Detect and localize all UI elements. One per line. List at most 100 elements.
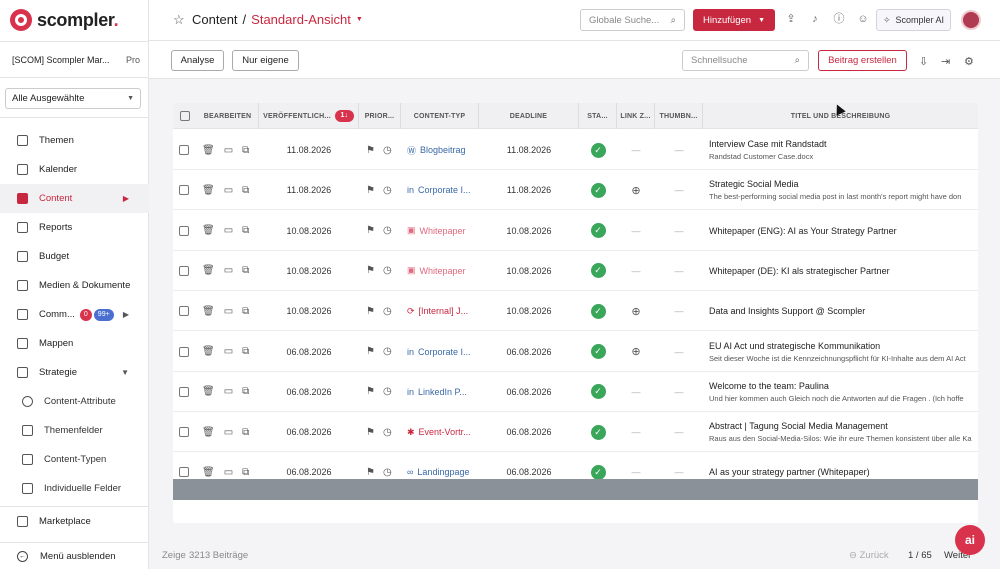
bookmark-icon[interactable]: ⚑ xyxy=(366,185,375,196)
row-checkbox[interactable] xyxy=(179,225,189,236)
table-row[interactable]: 🗑 ▭ ⧉ 11.08.2026 ⚑ ◷ in Corporate I... 11.08.202… xyxy=(173,170,978,211)
clock-icon[interactable]: ◷ xyxy=(383,346,392,357)
horizontal-scrollbar[interactable] xyxy=(173,479,978,500)
clock-icon[interactable]: ◷ xyxy=(383,306,392,317)
row-checkbox[interactable] xyxy=(179,467,189,478)
duplicate-icon[interactable]: ⧉ xyxy=(242,427,249,438)
caret-down-icon[interactable]: ▼ xyxy=(356,16,363,23)
sidebar-item-comments[interactable]: Comm... 0 99+ ▶ xyxy=(0,300,149,329)
sidebar-item-reports[interactable]: Reports xyxy=(0,213,149,242)
title-cell[interactable]: Whitepaper (DE): KI als strategischer Pa… xyxy=(709,251,978,291)
clock-icon[interactable]: ◷ xyxy=(383,467,392,478)
status-cell[interactable]: ✓ xyxy=(579,291,617,331)
sidebar-subitem-individuelle-felder[interactable]: Individuelle Felder xyxy=(0,474,149,503)
table-row[interactable]: 🗑 ▭ ⧉ 06.08.2026 ⚑ ◷ ✱ Event-Vortr... 06.08.2026… xyxy=(173,412,978,453)
bookmark-icon[interactable]: ⚑ xyxy=(366,386,375,397)
info-icon[interactable]: ⓘ xyxy=(833,13,845,25)
open-panel-icon[interactable]: ▭ xyxy=(224,145,233,156)
trash-icon[interactable]: 🗑 xyxy=(202,185,215,196)
global-search-input[interactable]: Globale Suche... ⌕ xyxy=(580,9,685,31)
status-cell[interactable]: ✓ xyxy=(579,412,617,452)
duplicate-icon[interactable]: ⧉ xyxy=(242,306,249,317)
table-row[interactable]: 🗑 ▭ ⧉ 10.08.2026 ⚑ ◷ ⟳ [Internal] J... 10.08.202… xyxy=(173,291,978,332)
content-type-tag[interactable]: in Corporate I... xyxy=(407,332,477,372)
col-link[interactable]: LINK Z... xyxy=(617,103,655,129)
open-panel-icon[interactable]: ▭ xyxy=(224,467,233,478)
sidebar-item-mappen[interactable]: Mappen xyxy=(0,329,149,358)
col-edit[interactable]: BEARBEITEN xyxy=(197,103,259,129)
link-cell[interactable]: ⊕ xyxy=(617,291,655,331)
clock-icon[interactable]: ◷ xyxy=(383,265,392,276)
breadcrumb-root[interactable]: Content xyxy=(192,12,238,27)
col-priority[interactable]: PRIOR... xyxy=(359,103,401,129)
col-published[interactable]: VERÖFFENTLICH... 1↓ xyxy=(259,103,359,129)
sidebar-item-budget[interactable]: Budget xyxy=(0,242,149,271)
trash-icon[interactable]: 🗑 xyxy=(202,306,215,317)
open-panel-icon[interactable]: ▭ xyxy=(224,265,233,276)
hide-menu-button[interactable]: ← Menü ausblenden xyxy=(0,542,149,569)
support-icon[interactable]: ☺ xyxy=(857,13,869,25)
open-panel-icon[interactable]: ▭ xyxy=(224,346,233,357)
sidebar-item-content[interactable]: Content ▶ xyxy=(0,184,149,213)
duplicate-icon[interactable]: ⧉ xyxy=(242,225,249,236)
table-row[interactable]: 🗑 ▭ ⧉ 10.08.2026 ⚑ ◷ ▣ Whitepaper 10.08.2026 ✓ — — W… xyxy=(173,210,978,251)
duplicate-icon[interactable]: ⧉ xyxy=(242,265,249,276)
sidebar-item-media[interactable]: Medien & Dokumente xyxy=(0,271,149,300)
trash-icon[interactable]: 🗑 xyxy=(202,225,215,236)
clock-icon[interactable]: ◷ xyxy=(383,225,392,236)
title-cell[interactable]: Abstract | Tagung Social Media Managemen… xyxy=(709,412,978,452)
table-row[interactable]: 🗑 ▭ ⧉ 10.08.2026 ⚑ ◷ ▣ Whitepaper 10.08.2026 ✓ — — W… xyxy=(173,250,978,291)
sidebar-subitem-themenfelder[interactable]: Themenfelder xyxy=(0,416,149,445)
filter-select[interactable]: Alle Ausgewählte ▼ xyxy=(5,88,141,109)
content-type-tag[interactable]: in LinkedIn P... xyxy=(407,372,477,412)
link-cell[interactable]: — xyxy=(617,211,655,251)
content-type-tag[interactable]: ▣ Whitepaper xyxy=(407,211,477,251)
avatar[interactable] xyxy=(961,10,981,30)
bookmark-icon[interactable]: ⚑ xyxy=(366,306,375,317)
table-row[interactable]: 🗑 ▭ ⧉ 06.08.2026 ⚑ ◷ in Corporate I... 06.08.202… xyxy=(173,331,978,372)
bell-icon[interactable]: ♪ xyxy=(809,13,821,25)
trash-icon[interactable]: 🗑 xyxy=(202,427,215,438)
import-icon[interactable]: ⇩ xyxy=(919,55,928,68)
export-icon[interactable]: ⇥ xyxy=(941,55,950,68)
col-deadline[interactable]: DEADLINE xyxy=(479,103,579,129)
open-panel-icon[interactable]: ▭ xyxy=(224,225,233,236)
link-cell[interactable]: ⊕ xyxy=(617,170,655,210)
open-panel-icon[interactable]: ▭ xyxy=(224,386,233,397)
duplicate-icon[interactable]: ⧉ xyxy=(242,185,249,196)
clock-icon[interactable]: ◷ xyxy=(383,386,392,397)
title-cell[interactable]: Data and Insights Support @ Scompler xyxy=(709,291,978,331)
status-cell[interactable]: ✓ xyxy=(579,170,617,210)
trash-icon[interactable]: 🗑 xyxy=(202,386,215,397)
row-checkbox[interactable] xyxy=(179,427,189,438)
sidebar-item-kalender[interactable]: Kalender xyxy=(0,155,149,184)
row-checkbox[interactable] xyxy=(179,306,189,317)
add-button[interactable]: Hinzufügen ▼ xyxy=(693,9,775,31)
status-cell[interactable]: ✓ xyxy=(579,211,617,251)
clock-icon[interactable]: ◷ xyxy=(383,145,392,156)
status-cell[interactable]: ✓ xyxy=(579,251,617,291)
title-cell[interactable]: Interview Case mit Randstadt Randstad Cus… xyxy=(709,130,978,170)
sidebar-subitem-content-attribute[interactable]: Content-Attribute xyxy=(0,387,149,416)
bookmark-icon[interactable]: ⚑ xyxy=(366,265,375,276)
prev-page-button[interactable]: ⊖ Zurück xyxy=(849,550,889,561)
row-checkbox[interactable] xyxy=(179,145,189,155)
content-type-tag[interactable]: ▣ Whitepaper xyxy=(407,251,477,291)
brand-logo[interactable]: scompler. xyxy=(10,8,119,32)
row-checkbox[interactable] xyxy=(179,185,189,196)
title-cell[interactable]: Strategic Social Media The best-performin… xyxy=(709,170,978,210)
sidebar-item-marketplace[interactable]: Marketplace xyxy=(0,507,149,536)
scompler-ai-button[interactable]: ✧ Scompler AI xyxy=(876,9,951,31)
view-selector[interactable]: Standard-Ansicht xyxy=(251,12,351,27)
open-panel-icon[interactable]: ▭ xyxy=(224,185,233,196)
title-cell[interactable]: EU AI Act und strategische Kommunikation… xyxy=(709,332,978,372)
content-type-tag[interactable]: ⟳ [Internal] J... xyxy=(407,291,477,331)
create-post-button[interactable]: Beitrag erstellen xyxy=(818,50,907,71)
duplicate-icon[interactable]: ⧉ xyxy=(242,386,249,397)
bookmark-icon[interactable]: ⚑ xyxy=(366,225,375,236)
bookmark-icon[interactable]: ⚑ xyxy=(366,346,375,357)
only-mine-button[interactable]: Nur eigene xyxy=(232,50,299,71)
bookmark-icon[interactable]: ⚑ xyxy=(366,467,375,478)
col-status[interactable]: STA... xyxy=(579,103,617,129)
status-cell[interactable]: ✓ xyxy=(579,332,617,372)
